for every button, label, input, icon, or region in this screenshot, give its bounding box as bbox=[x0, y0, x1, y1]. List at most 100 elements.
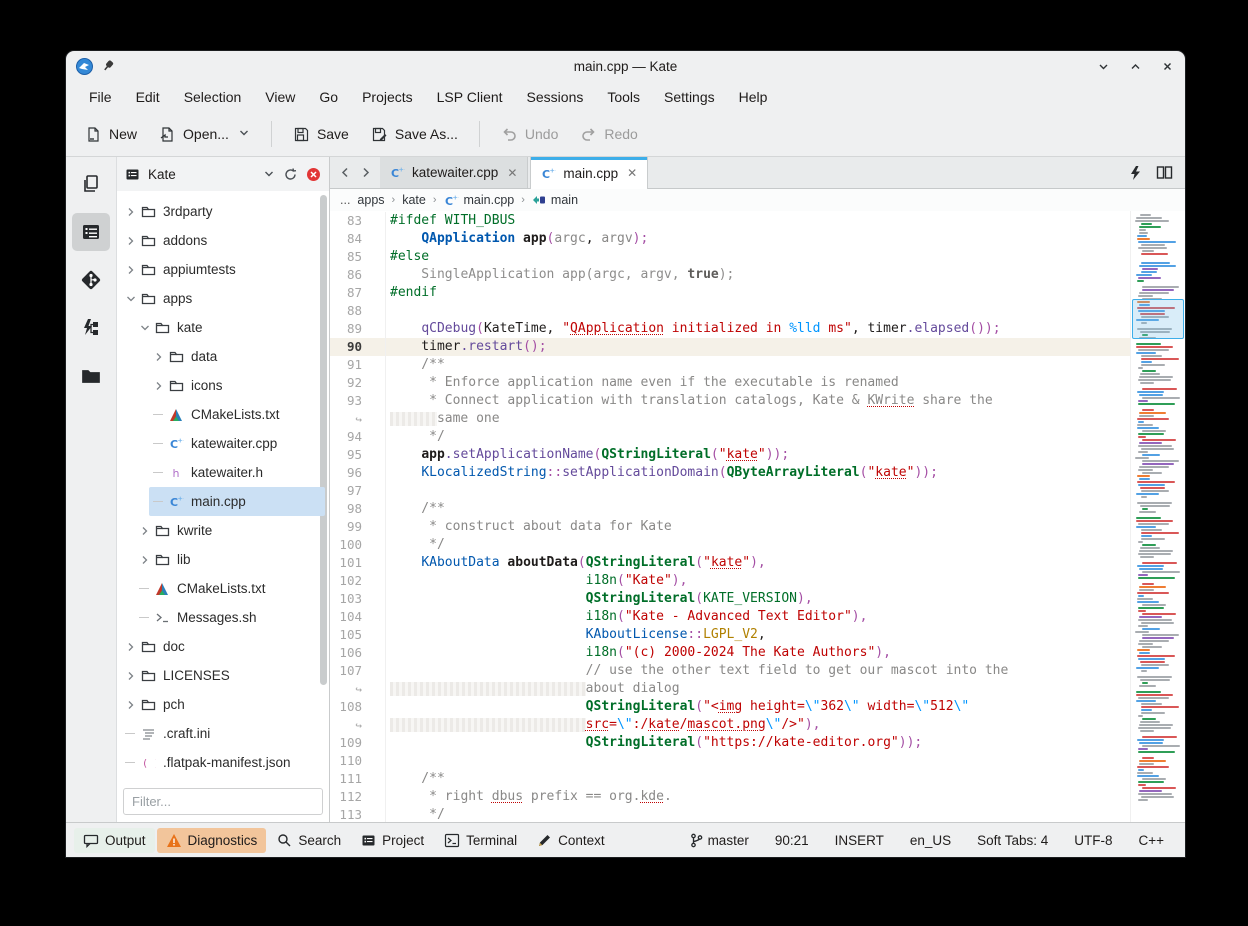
tree-item-3rdparty[interactable]: 3rdparty bbox=[117, 197, 329, 226]
menu-lsp-client[interactable]: LSP Client bbox=[426, 85, 514, 109]
code-line-112[interactable]: 112 * right dbus prefix == org.kde. bbox=[330, 788, 1130, 806]
tree-item-kwrite[interactable]: kwrite bbox=[117, 516, 329, 545]
quick-open-lightning-icon[interactable] bbox=[1129, 165, 1142, 181]
statusbar-output-button[interactable]: Output bbox=[74, 828, 155, 853]
code-line-111[interactable]: 111 /** bbox=[330, 770, 1130, 788]
tree-item-lib[interactable]: lib bbox=[117, 545, 329, 574]
expander-collapsed-icon[interactable] bbox=[137, 525, 153, 537]
expander-collapsed-icon[interactable] bbox=[137, 554, 153, 566]
tab-main-cpp[interactable]: C++main.cpp✕ bbox=[530, 157, 648, 189]
tree-item-pch[interactable]: pch bbox=[117, 690, 329, 719]
code-line-87[interactable]: 87#endif bbox=[330, 284, 1130, 302]
code-line-103[interactable]: 103 QStringLiteral(KATE_VERSION), bbox=[330, 590, 1130, 608]
save-as-button[interactable]: Save As... bbox=[362, 119, 467, 150]
chevron-down-icon[interactable] bbox=[238, 126, 250, 142]
menu-help[interactable]: Help bbox=[728, 85, 779, 109]
undo-button[interactable]: Undo bbox=[492, 119, 567, 150]
menu-view[interactable]: View bbox=[254, 85, 306, 109]
git-tool-button[interactable] bbox=[72, 261, 110, 299]
code-line-93[interactable]: 93 * Connect application with translatio… bbox=[330, 392, 1130, 410]
tab-back-button[interactable] bbox=[336, 166, 354, 179]
expander-collapsed-icon[interactable] bbox=[151, 380, 167, 392]
tree-item-data[interactable]: data bbox=[117, 342, 329, 371]
breadcrumb-item-main[interactable]: main bbox=[532, 193, 578, 207]
code-line-wrapped[interactable]: ↪same one bbox=[330, 410, 1130, 428]
code-line-107[interactable]: 107 // use the other text field to get o… bbox=[330, 662, 1130, 680]
code-line-wrapped[interactable]: ↪about dialog bbox=[330, 680, 1130, 698]
expander-collapsed-icon[interactable] bbox=[151, 351, 167, 363]
code-line-104[interactable]: 104 i18n("Kate - Advanced Text Editor"), bbox=[330, 608, 1130, 626]
menu-sessions[interactable]: Sessions bbox=[516, 85, 595, 109]
statusbar-terminal-button[interactable]: Terminal bbox=[435, 828, 526, 853]
tree-item-apps[interactable]: apps bbox=[117, 284, 329, 313]
menu-edit[interactable]: Edit bbox=[125, 85, 171, 109]
menu-selection[interactable]: Selection bbox=[173, 85, 253, 109]
status-c-[interactable]: C++ bbox=[1125, 833, 1177, 848]
menu-projects[interactable]: Projects bbox=[351, 85, 424, 109]
status-en-us[interactable]: en_US bbox=[897, 833, 964, 848]
code-line-106[interactable]: 106 i18n("(c) 2000-2024 The Kate Authors… bbox=[330, 644, 1130, 662]
tree-item-licenses[interactable]: LICENSES bbox=[117, 661, 329, 690]
code-line-85[interactable]: 85#else bbox=[330, 248, 1130, 266]
projects-tool-button[interactable] bbox=[72, 213, 110, 251]
tree-item-cmakelists-txt[interactable]: CMakeLists.txt bbox=[117, 574, 329, 603]
statusbar-project-button[interactable]: Project bbox=[352, 828, 433, 853]
menu-file[interactable]: File bbox=[78, 85, 123, 109]
tree-item-addons[interactable]: addons bbox=[117, 226, 329, 255]
code-line-89[interactable]: 89 qCDebug(KateTime, "QApplication initi… bbox=[330, 320, 1130, 338]
statusbar-diagnostics-button[interactable]: Diagnostics bbox=[157, 828, 267, 853]
statusbar-search-button[interactable]: Search bbox=[268, 828, 350, 853]
minimap-viewport[interactable] bbox=[1132, 299, 1184, 339]
code-line-wrapped[interactable]: ↪src=\":/kate/mascot.png\"/>"), bbox=[330, 716, 1130, 734]
filter-input[interactable] bbox=[123, 788, 323, 815]
tab-close-icon[interactable]: ✕ bbox=[627, 166, 637, 180]
expander-collapsed-icon[interactable] bbox=[123, 699, 139, 711]
code-line-84[interactable]: 84 QApplication app(argc, argv); bbox=[330, 230, 1130, 248]
close-panel-icon[interactable] bbox=[306, 167, 321, 182]
split-view-icon[interactable] bbox=[1156, 165, 1173, 180]
code-line-108[interactable]: 108 QStringLiteral("<img height=\"362\" … bbox=[330, 698, 1130, 716]
expander-collapsed-icon[interactable] bbox=[123, 235, 139, 247]
minimize-button[interactable] bbox=[1095, 58, 1111, 74]
tree-item-appiumtests[interactable]: appiumtests bbox=[117, 255, 329, 284]
status-soft-tabs-4[interactable]: Soft Tabs: 4 bbox=[964, 833, 1061, 848]
tree-item-katewaiter-h[interactable]: hkatewaiter.h bbox=[117, 458, 329, 487]
tree-item-messages-sh[interactable]: Messages.sh bbox=[117, 603, 329, 632]
status-90-21[interactable]: 90:21 bbox=[762, 833, 822, 848]
tab-forward-button[interactable] bbox=[356, 166, 374, 179]
code-line-91[interactable]: 91 /** bbox=[330, 356, 1130, 374]
titlebar[interactable]: main.cpp — Kate bbox=[66, 51, 1185, 81]
code-line-100[interactable]: 100 */ bbox=[330, 536, 1130, 554]
tab-katewaiter-cpp[interactable]: C++katewaiter.cpp✕ bbox=[380, 157, 528, 188]
save-button[interactable]: Save bbox=[284, 119, 358, 150]
breadcrumb-item-kate[interactable]: kate bbox=[402, 193, 426, 207]
tree-item--flatpak-manifest-json-license[interactable]: .flatpak-manifest.json.license bbox=[117, 777, 329, 783]
expander-expanded-icon[interactable] bbox=[123, 293, 139, 305]
code-line-98[interactable]: 98 /** bbox=[330, 500, 1130, 518]
code-line-99[interactable]: 99 * construct about data for Kate bbox=[330, 518, 1130, 536]
breadcrumb-item-main-cpp[interactable]: C++main.cpp bbox=[444, 193, 515, 208]
menu-go[interactable]: Go bbox=[308, 85, 349, 109]
minimap-scrollbar[interactable] bbox=[1130, 211, 1185, 822]
code-line-101[interactable]: 101 KAboutData aboutData(QStringLiteral(… bbox=[330, 554, 1130, 572]
chevron-down-icon[interactable] bbox=[263, 168, 275, 180]
code-line-97[interactable]: 97 bbox=[330, 482, 1130, 500]
tree-item-icons[interactable]: icons bbox=[117, 371, 329, 400]
close-button[interactable] bbox=[1159, 58, 1175, 74]
status-utf-8[interactable]: UTF-8 bbox=[1061, 833, 1125, 848]
breadcrumb-item-apps[interactable]: apps bbox=[357, 193, 384, 207]
filesystem-tool-button[interactable] bbox=[72, 357, 110, 395]
code-line-105[interactable]: 105 KAboutLicense::LGPL_V2, bbox=[330, 626, 1130, 644]
code-line-109[interactable]: 109 QStringLiteral("https://kate-editor.… bbox=[330, 734, 1130, 752]
code-line-92[interactable]: 92 * Enforce application name even if th… bbox=[330, 374, 1130, 392]
expander-collapsed-icon[interactable] bbox=[123, 641, 139, 653]
new-button[interactable]: New bbox=[76, 119, 146, 150]
tab-close-icon[interactable]: ✕ bbox=[507, 166, 517, 180]
expander-collapsed-icon[interactable] bbox=[123, 264, 139, 276]
code-line-110[interactable]: 110 bbox=[330, 752, 1130, 770]
code-line-88[interactable]: 88 bbox=[330, 302, 1130, 320]
tree-item-kate[interactable]: kate bbox=[117, 313, 329, 342]
breadcrumb-item--[interactable]: ... bbox=[340, 193, 350, 207]
tree-item--craft-ini[interactable]: .craft.ini bbox=[117, 719, 329, 748]
menu-settings[interactable]: Settings bbox=[653, 85, 726, 109]
